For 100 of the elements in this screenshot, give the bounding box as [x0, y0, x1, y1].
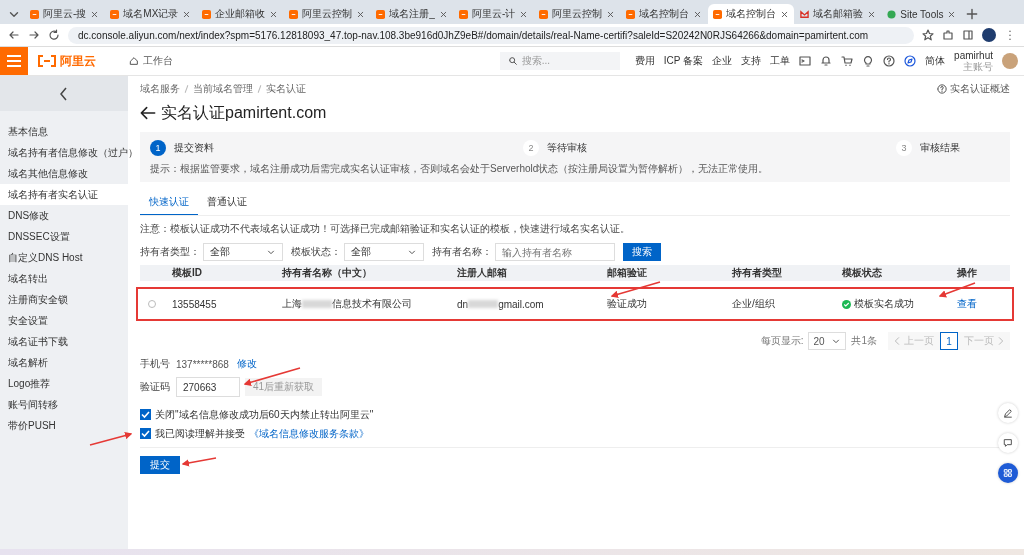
sidebar-item[interactable]: 域名证书下载: [0, 331, 128, 352]
search-button[interactable]: 搜索: [623, 243, 661, 261]
browser-tab[interactable]: 企业邮箱收: [197, 4, 284, 24]
code-field[interactable]: 270663: [176, 377, 240, 397]
browser-tab[interactable]: 阿里云-计: [453, 4, 534, 24]
sidebar-item[interactable]: 域名转出: [0, 268, 128, 289]
browser-tab[interactable]: 阿里云控制: [534, 4, 621, 24]
compass-icon[interactable]: [904, 55, 917, 67]
bracket-icon: [713, 9, 723, 19]
page-number[interactable]: 1: [940, 332, 958, 350]
address-bar[interactable]: dc.console.aliyun.com/next/index?spm=5176.12818093_47.top-nav.108.3be916d0JhZ9eB#/domain/details/real-Name-certifi?saleId=S20242N0RJS64266&domain=pamirtent.com: [68, 26, 914, 44]
sidebar-item[interactable]: 域名持有者实名认证: [0, 184, 128, 205]
sidebar-item[interactable]: 域名解析: [0, 352, 128, 373]
browser-tab[interactable]: 域名邮箱验: [795, 4, 882, 24]
form-tab[interactable]: 普通认证: [198, 192, 256, 215]
mail-icon: [800, 9, 810, 19]
breadcrumb-link[interactable]: 当前域名管理: [193, 82, 253, 96]
back-icon[interactable]: [8, 29, 20, 41]
edit-button[interactable]: [998, 403, 1018, 423]
sidebar-item[interactable]: 账号间转移: [0, 394, 128, 415]
sidebar-item[interactable]: DNS修改: [0, 205, 128, 226]
nav-link[interactable]: ICP 备案: [663, 54, 704, 68]
step-number: 3: [896, 140, 912, 156]
sidebar-item[interactable]: 带价PUSH: [0, 415, 128, 436]
notice-text: 注意：模板认证成功不代表域名认证成功！可选择已完成邮箱验证和实名认证的模板，快速进行域名实名认证。: [140, 222, 631, 236]
checkbox[interactable]: [140, 409, 151, 420]
view-link[interactable]: 查看: [957, 297, 977, 311]
sidebar-item[interactable]: 域名其他信息修改: [0, 163, 128, 184]
browser-tab[interactable]: 域名MX记录: [105, 4, 197, 24]
close-icon[interactable]: [182, 9, 192, 19]
profile-avatar[interactable]: [982, 28, 996, 42]
filter-dropdown[interactable]: 全部: [203, 243, 283, 261]
chat-button[interactable]: [998, 433, 1018, 453]
terms-link[interactable]: 《域名信息修改服务条款》: [249, 426, 369, 441]
browser-tab[interactable]: 阿里云-搜: [25, 4, 105, 24]
workbench-link[interactable]: 工作台: [119, 54, 183, 68]
bulb-icon[interactable]: [862, 55, 875, 67]
edit-link[interactable]: 修改: [236, 357, 257, 371]
filter-label: 持有者名称：: [432, 245, 492, 259]
sidebar-item[interactable]: Logo推荐: [0, 373, 128, 394]
close-icon[interactable]: [693, 9, 703, 19]
checkbox[interactable]: [140, 428, 151, 439]
holder-name-field[interactable]: 输入持有者名称: [495, 243, 615, 261]
nav-link[interactable]: 费用: [634, 54, 655, 68]
table-cell: dn: [457, 298, 469, 310]
apps-button[interactable]: [998, 463, 1018, 483]
bracket-icon: [110, 9, 120, 19]
bracket-icon: [289, 9, 299, 19]
cart-icon[interactable]: [841, 55, 854, 67]
table-cell: 上海: [282, 297, 302, 311]
sidebar-icon[interactable]: [962, 29, 974, 41]
page-size-dropdown[interactable]: 20: [808, 332, 847, 350]
browser-tab[interactable]: 域名控制台: [621, 4, 708, 24]
bell-icon[interactable]: [820, 55, 833, 67]
sidebar-item[interactable]: 注册商安全锁: [0, 289, 128, 310]
bracket-icon: [376, 9, 386, 19]
close-icon[interactable]: [438, 9, 448, 19]
reload-icon[interactable]: [48, 29, 60, 41]
browser-tab[interactable]: Site Tools: [882, 4, 962, 24]
language-link[interactable]: 简体: [925, 54, 946, 68]
browser-tab[interactable]: 域名注册_: [371, 4, 453, 24]
chevron-left-icon: [892, 336, 902, 346]
close-icon[interactable]: [780, 9, 790, 19]
checkbox-label: 我已阅读理解并接受: [155, 426, 245, 441]
close-icon[interactable]: [867, 9, 877, 19]
help-icon[interactable]: [883, 55, 896, 67]
forward-icon[interactable]: [28, 29, 40, 41]
close-icon[interactable]: [519, 9, 529, 19]
close-icon[interactable]: [269, 9, 279, 19]
help-link[interactable]: 实名认证概述: [937, 82, 1010, 96]
back-arrow-icon[interactable]: [140, 105, 156, 121]
column-header: 模板状态: [841, 266, 883, 280]
breadcrumb-link[interactable]: 域名服务: [140, 82, 180, 96]
star-icon[interactable]: [922, 29, 934, 41]
sidebar-item[interactable]: 基本信息: [0, 121, 128, 142]
sidebar-item[interactable]: DNSSEC设置: [0, 226, 128, 247]
browser-tab[interactable]: 阿里云控制: [284, 4, 371, 24]
step-label: 审核结果: [920, 141, 960, 155]
nav-link[interactable]: 工单: [770, 54, 791, 68]
form-tab[interactable]: 快速认证: [140, 192, 198, 215]
new-tab-icon[interactable]: [965, 7, 980, 21]
sidebar-item[interactable]: 安全设置: [0, 310, 128, 331]
nav-link[interactable]: 企业: [712, 54, 733, 68]
close-icon[interactable]: [606, 9, 616, 19]
filter-dropdown[interactable]: 全部: [344, 243, 424, 261]
extensions-icon[interactable]: [942, 29, 954, 41]
browser-tab[interactable]: 域名控制台: [708, 4, 795, 24]
nav-link[interactable]: 支持: [741, 54, 762, 68]
close-icon[interactable]: [90, 9, 100, 19]
checkbox-label: 关闭"域名信息修改成功后60天内禁止转出阿里云": [155, 407, 374, 422]
sidebar-item[interactable]: 自定义DNS Host: [0, 247, 128, 268]
chevron-left-icon: [58, 85, 70, 102]
blurred-area: [302, 300, 332, 308]
close-icon[interactable]: [947, 9, 957, 19]
menu-button[interactable]: [0, 47, 28, 75]
user-name[interactable]: pamirhut: [954, 50, 993, 61]
close-icon[interactable]: [356, 9, 366, 19]
check-icon: [842, 299, 851, 309]
terminal-icon[interactable]: [799, 55, 812, 67]
submit-button[interactable]: 提交: [140, 456, 180, 474]
